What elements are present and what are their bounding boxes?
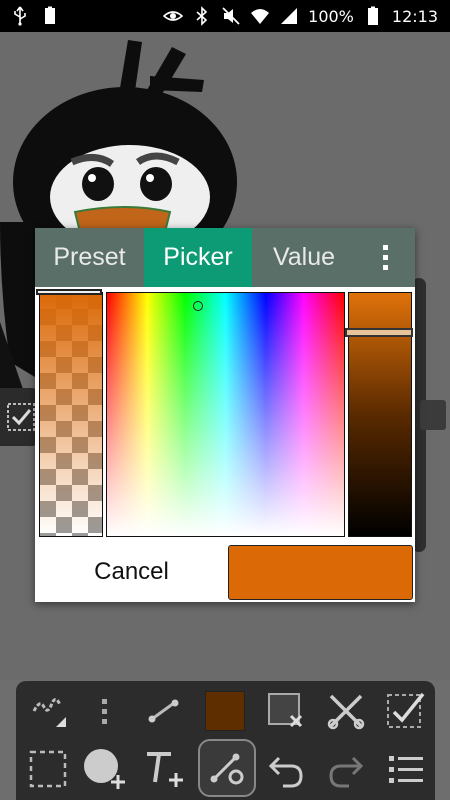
color-cursor[interactable] [193,301,203,311]
clear-selection-button[interactable] [262,687,310,735]
redo-icon [329,756,364,788]
more-vert-icon [101,698,107,724]
bottom-toolbar [16,681,435,800]
pen-pressure-icon [32,698,66,727]
more-options-button[interactable] [80,687,128,735]
tab-preset[interactable]: Preset [35,228,144,287]
alpha-slider-handle[interactable] [36,289,102,295]
dialog-tab-bar: Preset Picker Value [35,228,415,287]
overflow-menu-button[interactable] [356,228,415,287]
undo-button[interactable] [262,745,310,793]
overflow-menu-icon [383,245,388,270]
undo-icon [268,756,303,788]
selection-check-tool[interactable] [0,388,38,446]
menu-button[interactable] [382,745,430,793]
vector-settings-icon [210,753,244,785]
cancel-button[interactable]: Cancel [39,545,224,599]
selected-color-confirm-button[interactable] [228,545,413,600]
vector-settings-button[interactable] [198,739,256,797]
redo-button[interactable] [322,745,370,793]
color-swatch [205,691,245,731]
color-picker-dialog: Preset Picker Value Cancel [35,228,415,602]
add-text-button[interactable] [140,745,188,793]
cut-icon [327,694,365,730]
alpha-gradient [40,293,102,536]
signal-icon [281,8,298,24]
line-tool-icon [148,699,179,723]
picker-area [35,287,415,540]
pen-pressure-button[interactable] [24,687,72,735]
add-layer-button[interactable] [80,745,128,793]
select-all-icon [387,692,425,728]
mute-icon [222,7,240,25]
checkbox-icon [7,403,35,431]
eye-icon [163,11,184,21]
clock: 12:13 [391,6,438,26]
rectangle-select-button[interactable] [24,745,72,793]
usb-icon [14,6,26,26]
menu-icon [389,756,423,783]
add-layer-icon [84,749,125,789]
battery-full-icon [45,6,55,24]
dialog-actions: Cancel [35,540,415,602]
hue-saturation-square[interactable] [106,292,345,537]
select-all-button[interactable] [382,687,430,735]
current-color-button[interactable] [201,687,249,735]
status-bar: 100% 12:13 [0,0,450,32]
tab-picker[interactable]: Picker [144,228,252,287]
tab-value[interactable]: Value [252,228,356,287]
alpha-slider[interactable] [39,292,103,537]
saturation-gradient [107,293,344,536]
cut-button[interactable] [322,687,370,735]
wifi-icon [251,9,270,24]
brightness-slider-handle[interactable] [345,328,413,337]
brush-size-slider-handle[interactable] [420,400,446,430]
add-text-icon [147,752,183,787]
line-tool-button[interactable] [140,687,188,735]
bluetooth-icon [196,6,208,26]
battery-percent: 100% [308,6,354,26]
rectangle-select-icon [29,750,67,788]
battery-icon [367,6,378,25]
clear-selection-icon [268,693,303,728]
